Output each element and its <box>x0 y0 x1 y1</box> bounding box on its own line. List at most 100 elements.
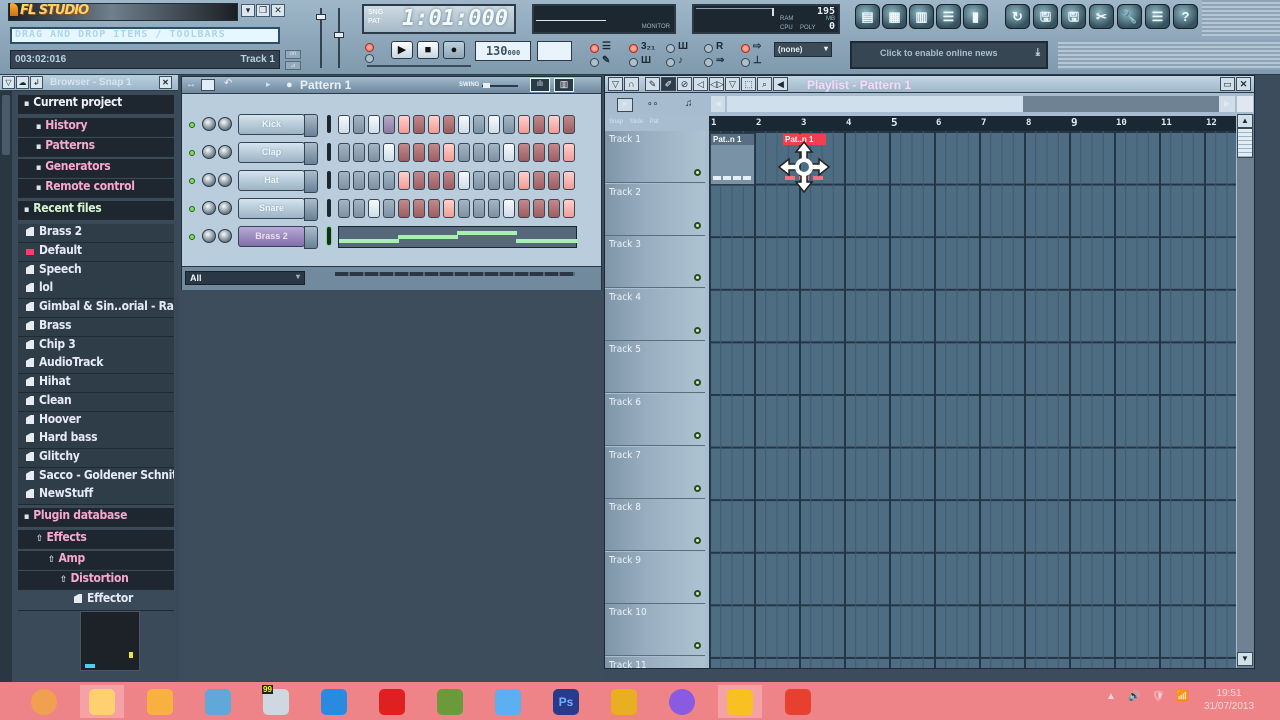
pencil-tool[interactable]: ✎ <box>645 77 660 91</box>
track-mute-led[interactable] <box>694 169 701 176</box>
loop-record-led[interactable] <box>741 44 750 53</box>
master-pitch-slider[interactable] <box>334 32 344 38</box>
master-volume-slider[interactable] <box>316 14 326 20</box>
browser-item[interactable]: Hard bass <box>18 430 174 449</box>
scroll-down-button[interactable]: ▼ <box>1237 652 1253 666</box>
taskbar-power-app[interactable] <box>370 685 414 718</box>
mute-tool[interactable]: ◁ <box>693 77 708 91</box>
graph-editor-button[interactable]: ılı <box>530 78 550 92</box>
browser-item[interactable]: Brass <box>18 318 174 337</box>
track-mute-led[interactable] <box>694 484 701 492</box>
midi-led[interactable] <box>741 58 750 67</box>
channel-volume-knob[interactable] <box>218 117 232 131</box>
channel-mute-led[interactable] <box>189 122 195 128</box>
browser-item[interactable]: AudioTrack <box>18 355 174 374</box>
note-icon[interactable]: ♫ <box>685 98 693 109</box>
step-button[interactable] <box>503 143 515 162</box>
step-button[interactable] <box>368 143 380 162</box>
step-button[interactable] <box>473 115 485 134</box>
track-mute-led[interactable] <box>694 642 701 650</box>
timeline-ruler[interactable]: 1 2 3 4 5 6 7 8 9 10 11 12 <box>709 116 1236 131</box>
track-header[interactable]: Track 3 <box>605 236 705 289</box>
swing-slider-handle[interactable] <box>483 83 490 88</box>
pattern-clip[interactable]: Pat..n 1 <box>710 133 755 185</box>
step-button[interactable] <box>353 171 365 190</box>
step-button[interactable] <box>443 115 455 134</box>
browser-item[interactable]: ⇧ Effects <box>18 530 174 549</box>
step-button[interactable] <box>398 143 410 162</box>
step-button[interactable] <box>533 199 545 218</box>
step-button[interactable] <box>338 171 350 190</box>
browser-item[interactable]: Hoover <box>18 412 174 431</box>
browser-item[interactable]: Speech <box>18 262 174 281</box>
step-button[interactable] <box>398 199 410 218</box>
channel-volume-knob[interactable] <box>218 145 232 159</box>
record-button[interactable]: ● <box>443 41 465 59</box>
step-button[interactable] <box>398 115 410 134</box>
browser-item[interactable]: ⇧ Distortion <box>18 571 174 590</box>
browser-close-button[interactable]: ✕ <box>159 76 172 89</box>
track-mute-led[interactable] <box>694 221 701 229</box>
track-header[interactable]: Track 8 <box>605 499 705 552</box>
browser-cloud-button[interactable]: ☁ <box>16 76 29 89</box>
browser-item[interactable]: Clean <box>18 393 174 412</box>
browser-item[interactable]: Glitchy <box>18 449 174 468</box>
step-button[interactable] <box>473 199 485 218</box>
browser-item[interactable]: Sacco - Goldener Schnitt <box>18 468 174 487</box>
step-button[interactable] <box>473 143 485 162</box>
step-button[interactable] <box>518 199 530 218</box>
track-mute-led[interactable] <box>694 379 701 387</box>
track-header[interactable]: Track 4 <box>605 288 705 341</box>
slip-tool[interactable]: ◁▷ <box>709 77 724 91</box>
taskbar-internet-explorer[interactable] <box>486 685 530 718</box>
step-button[interactable] <box>518 115 530 134</box>
online-button[interactable]: on <box>285 50 301 59</box>
menu-dropdown-button[interactable]: ▾ <box>241 4 255 17</box>
scroll-up-button[interactable]: ▲ <box>1237 114 1253 128</box>
browser-item[interactable]: ▪ History <box>18 118 174 137</box>
step-edit-led[interactable] <box>666 44 675 53</box>
browser-item[interactable]: Chip 3 <box>18 337 174 356</box>
step-sequencer-view-button[interactable]: ▦ <box>882 4 907 29</box>
step-button[interactable] <box>548 143 560 162</box>
scroll-left-button[interactable]: ◀ <box>711 96 725 112</box>
taskbar-settings-app[interactable] <box>312 685 356 718</box>
security-icon[interactable]: 🛡 <box>1152 691 1165 702</box>
channel-volume-knob[interactable] <box>218 229 232 243</box>
step-button[interactable] <box>563 199 575 218</box>
browser-item[interactable]: ▪ Generators <box>18 159 174 178</box>
track-mute-led[interactable] <box>694 274 701 282</box>
wait-led[interactable] <box>629 58 638 67</box>
step-button[interactable] <box>428 115 440 134</box>
playlist-grid[interactable]: Pat..n 1 Pat..n 1 <box>709 131 1236 668</box>
taskbar-music-app[interactable] <box>138 685 182 718</box>
song-position-slider[interactable] <box>367 65 471 67</box>
volume-icon[interactable]: 🔊 <box>1128 691 1140 702</box>
browser-item[interactable]: ▪ Remote control <box>18 179 174 198</box>
step-button[interactable] <box>413 143 425 162</box>
browser-view-button[interactable]: ☰ <box>936 4 961 29</box>
channel-volume-knob[interactable] <box>218 173 232 187</box>
step-button[interactable] <box>338 199 350 218</box>
scroll-right-button[interactable]: ▶ <box>1219 96 1235 112</box>
track-mute-led[interactable] <box>694 589 701 597</box>
piano-roll-view-button[interactable]: ▥ <box>909 4 934 29</box>
channel-pan-knob[interactable] <box>202 201 216 215</box>
browser-item[interactable]: Effector <box>18 591 174 611</box>
step-button[interactable] <box>353 199 365 218</box>
step-button[interactable] <box>338 143 350 162</box>
taskbar-minecraft[interactable] <box>428 685 472 718</box>
channel-name-button[interactable]: Kick <box>238 114 318 137</box>
taskbar-speaker-app[interactable] <box>22 685 66 718</box>
brush-tool[interactable]: ✐ <box>661 77 676 91</box>
show-hidden-icons[interactable]: ▲ <box>1106 691 1116 702</box>
step-button[interactable] <box>398 171 410 190</box>
step-button[interactable] <box>488 115 500 134</box>
channel-mute-led[interactable] <box>189 206 195 212</box>
save-new-version-button[interactable]: 🖫 <box>1033 4 1058 29</box>
channel-select-indicator[interactable] <box>327 199 331 217</box>
channel-name-button[interactable]: Snare <box>238 198 318 221</box>
undo-icon[interactable]: ↶ <box>224 78 232 89</box>
pattern-title[interactable]: Pattern 1 <box>300 78 351 92</box>
taskbar-computer-app[interactable]: 99 <box>254 685 298 718</box>
